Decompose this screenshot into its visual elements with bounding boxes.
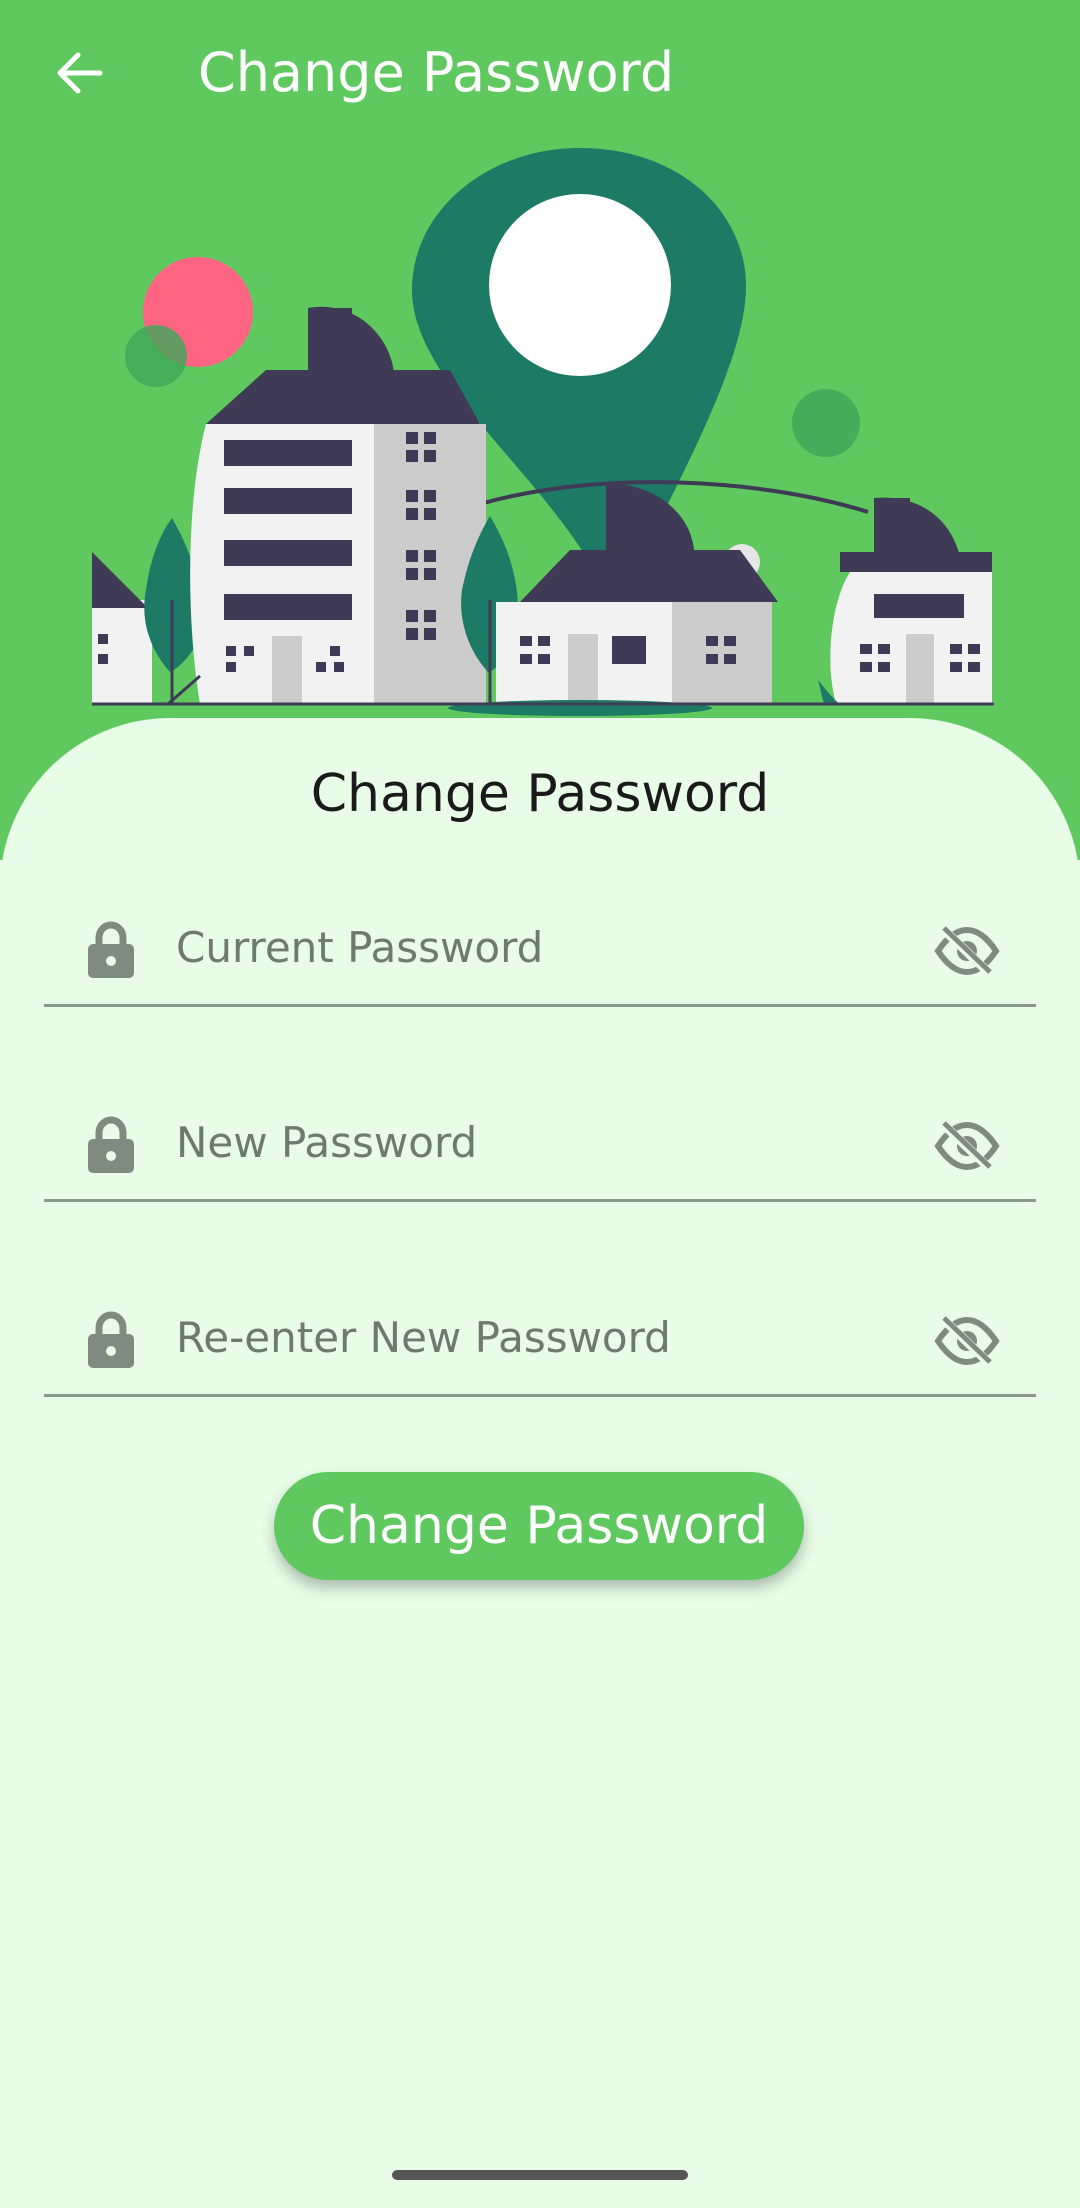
new-password-field[interactable]: New Password bbox=[44, 1081, 1036, 1202]
app-bar-title: Change Password bbox=[198, 41, 675, 104]
back-button[interactable] bbox=[34, 32, 124, 114]
app-bar: Change Password bbox=[0, 0, 1080, 150]
lock-icon bbox=[88, 1116, 134, 1173]
eye-off-icon[interactable] bbox=[934, 1314, 1000, 1368]
eye-off-icon[interactable] bbox=[934, 1119, 1000, 1173]
form-title: Change Password bbox=[310, 764, 770, 824]
new-password-input[interactable]: New Password bbox=[176, 1115, 477, 1171]
current-password-field[interactable]: Current Password bbox=[44, 886, 1036, 1007]
arrow-left-icon bbox=[57, 52, 103, 94]
reenter-password-input[interactable]: Re-enter New Password bbox=[176, 1310, 671, 1366]
change-password-button[interactable]: Change Password bbox=[274, 1472, 804, 1580]
lock-icon bbox=[88, 1311, 134, 1368]
current-password-input[interactable]: Current Password bbox=[176, 920, 543, 976]
reenter-password-field[interactable]: Re-enter New Password bbox=[44, 1276, 1036, 1397]
home-indicator[interactable] bbox=[392, 2170, 688, 2180]
lock-icon bbox=[88, 921, 134, 978]
eye-off-icon[interactable] bbox=[934, 924, 1000, 978]
city-location-illustration bbox=[92, 148, 994, 716]
